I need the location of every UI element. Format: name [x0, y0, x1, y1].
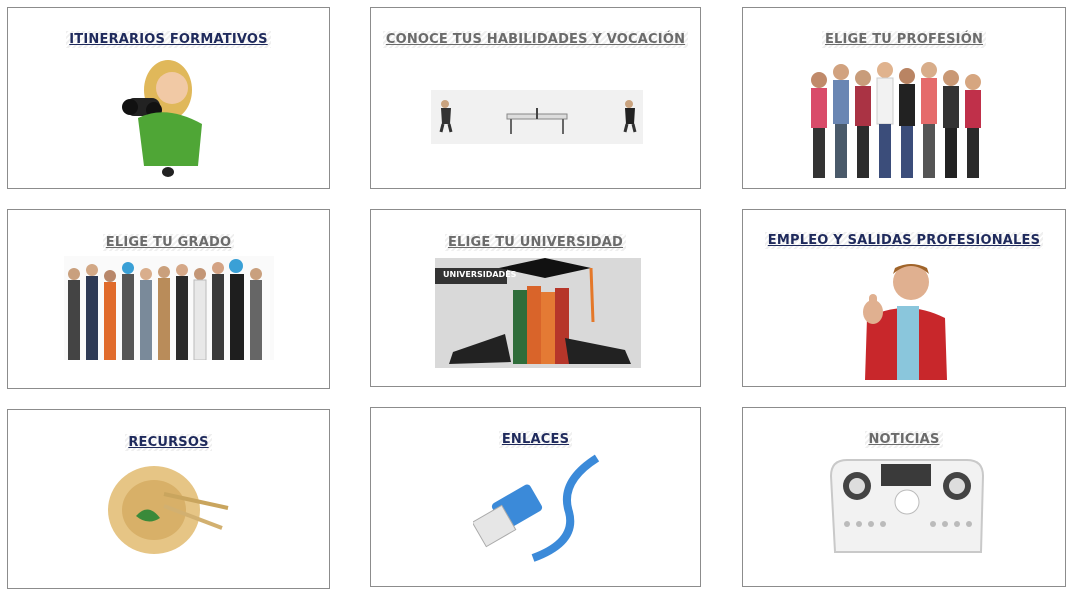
- card-elige-universidad[interactable]: ELIGE TU UNIVERSIDAD UNIVERSIDADES: [370, 209, 701, 387]
- card-title[interactable]: ELIGE TU GRADO: [8, 234, 329, 251]
- card-title-text[interactable]: ELIGE TU UNIVERSIDAD: [444, 234, 627, 251]
- ping-pong-icon: [431, 90, 643, 144]
- card-noticias[interactable]: NOTICIAS: [742, 407, 1066, 587]
- card-title-text[interactable]: RECURSOS: [125, 434, 212, 451]
- card-title-text[interactable]: ELIGE TU GRADO: [102, 234, 235, 251]
- binoculars-girl-icon: [116, 54, 216, 178]
- card-title[interactable]: NOTICIAS: [743, 431, 1065, 448]
- card-itinerarios-formativos[interactable]: ITINERARIOS FORMATIVOS: [7, 7, 330, 189]
- card-title-text[interactable]: ELIGE TU PROFESIÓN: [821, 31, 987, 48]
- plate-fork-knife-icon: [104, 456, 234, 560]
- card-title-text[interactable]: NOTICIAS: [865, 431, 943, 448]
- card-recursos[interactable]: RECURSOS: [7, 409, 330, 589]
- card-elige-grado[interactable]: ELIGE TU GRADO: [7, 209, 330, 389]
- thumbs-up-man-icon: [855, 258, 955, 380]
- card-habilidades-vocacion[interactable]: CONOCE TUS HABILIDADES Y VOCACIÓN: [370, 7, 701, 189]
- card-title[interactable]: EMPLEO Y SALIDAS PROFESIONALES: [743, 232, 1065, 249]
- card-title[interactable]: CONOCE TUS HABILIDADES Y VOCACIÓN: [371, 31, 700, 48]
- card-elige-profesion[interactable]: ELIGE TU PROFESIÓN: [742, 7, 1066, 189]
- group-of-people-icon: [805, 58, 995, 182]
- radio-device-icon: [825, 456, 989, 558]
- card-title[interactable]: RECURSOS: [8, 434, 329, 451]
- card-title-text[interactable]: ITINERARIOS FORMATIVOS: [66, 31, 271, 48]
- card-enlaces[interactable]: ENLACES: [370, 407, 701, 587]
- network-cable-icon: [473, 452, 603, 562]
- card-title-text[interactable]: EMPLEO Y SALIDAS PROFESIONALES: [764, 232, 1044, 249]
- books-graduation-cap-icon: UNIVERSIDADES: [435, 258, 641, 368]
- card-title-text[interactable]: ENLACES: [498, 431, 573, 448]
- image-label: UNIVERSIDADES: [443, 270, 517, 279]
- card-title[interactable]: ELIGE TU PROFESIÓN: [743, 31, 1065, 48]
- card-empleo-salidas[interactable]: EMPLEO Y SALIDAS PROFESIONALES: [742, 209, 1066, 387]
- card-title[interactable]: ELIGE TU UNIVERSIDAD: [371, 234, 700, 251]
- card-title[interactable]: ENLACES: [371, 431, 700, 448]
- card-title-text[interactable]: CONOCE TUS HABILIDADES Y VOCACIÓN: [382, 31, 689, 48]
- card-title[interactable]: ITINERARIOS FORMATIVOS: [8, 31, 329, 48]
- professionals-group-icon: [64, 256, 274, 360]
